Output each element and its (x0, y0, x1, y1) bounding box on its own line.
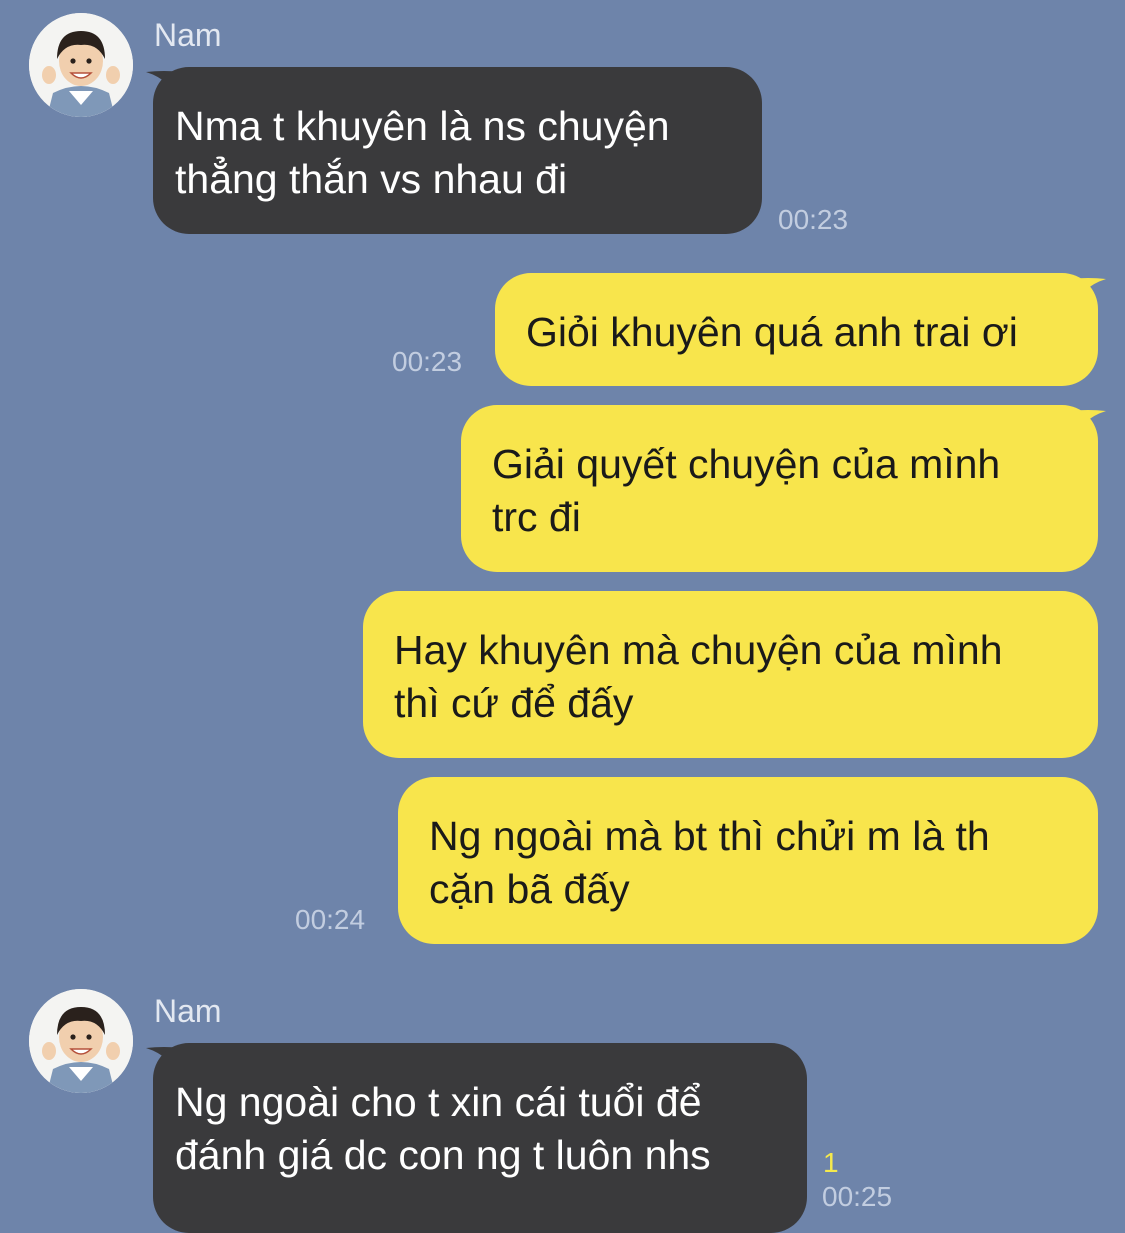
read-count: 1 (823, 1147, 839, 1178)
sender-name: Nam (154, 17, 222, 53)
child-portrait-icon (29, 13, 133, 117)
message-timestamp: 00:24 (295, 904, 366, 935)
message-bubble-incoming[interactable]: Ng ngoài cho t xin cái tuổi để đánh giá … (153, 1043, 807, 1233)
message-timestamp: 00:23 (392, 346, 463, 377)
message-bubble-incoming[interactable]: Nma t khuyên là ns chuyện thẳng thắn vs … (153, 67, 762, 234)
message-bubble-outgoing[interactable]: Giải quyết chuyện của mình trc đi (461, 405, 1098, 572)
sender-name: Nam (154, 993, 222, 1029)
avatar[interactable] (29, 13, 133, 117)
message-bubble-outgoing[interactable]: Giỏi khuyên quá anh trai ơi (495, 273, 1098, 386)
message-timestamp: 00:25 (822, 1181, 893, 1212)
bubble-tail (1070, 410, 1106, 445)
message-bubble-outgoing[interactable]: Hay khuyên mà chuyện của mình thì cứ để … (363, 591, 1098, 758)
bubble-tail (1070, 278, 1106, 313)
avatar[interactable] (29, 989, 133, 1093)
child-portrait-icon (29, 989, 133, 1093)
message-timestamp: 00:23 (778, 204, 849, 235)
message-bubble-outgoing[interactable]: Ng ngoài mà bt thì chửi m là th cặn bã đ… (398, 777, 1098, 944)
